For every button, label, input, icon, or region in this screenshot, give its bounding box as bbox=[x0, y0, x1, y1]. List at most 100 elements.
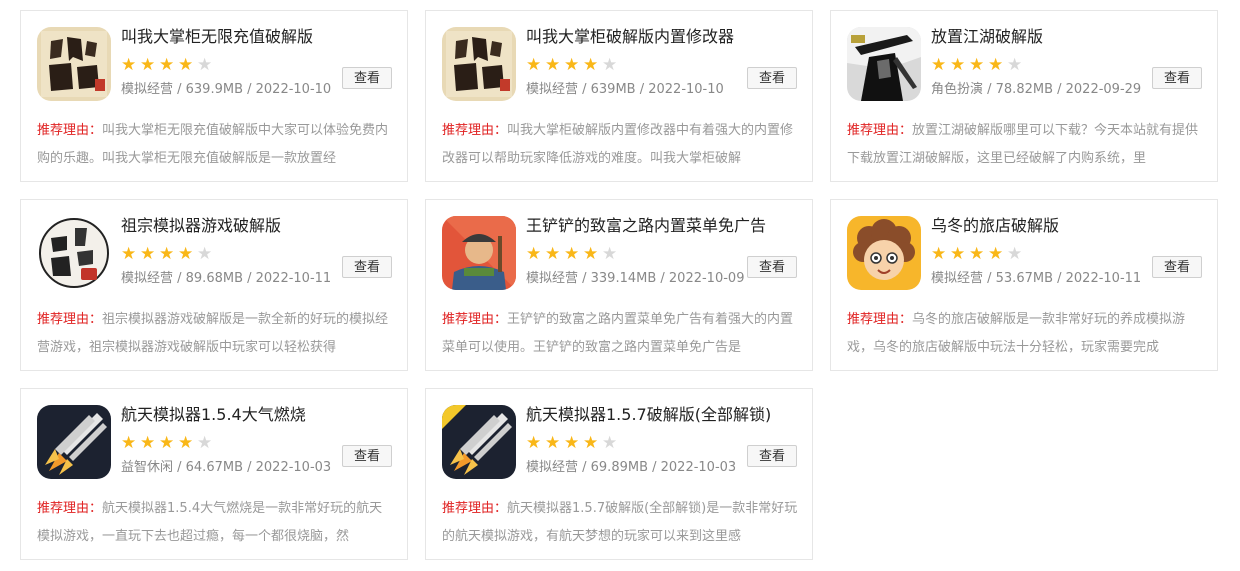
view-button[interactable]: 查看 bbox=[747, 256, 797, 278]
star-filled-icon: ★ bbox=[564, 55, 580, 75]
reason-label: 推荐理由： bbox=[442, 312, 508, 327]
recommend-reason: 推荐理由：乌冬的旅店破解版是一款非常好玩的养成模拟游戏，乌冬的旅店破解版中玩法十… bbox=[847, 306, 1203, 362]
star-empty-icon: ★ bbox=[1007, 55, 1023, 75]
star-filled-icon: ★ bbox=[950, 244, 966, 264]
rating-stars: ★ ★ ★ ★ ★ bbox=[931, 55, 1026, 75]
star-empty-icon: ★ bbox=[602, 244, 618, 264]
star-filled-icon: ★ bbox=[583, 244, 599, 264]
star-filled-icon: ★ bbox=[178, 244, 194, 264]
recommend-reason: 推荐理由：放置江湖破解版哪里可以下载？今天本站就有提供下载放置江湖破解版，这里已… bbox=[847, 117, 1203, 173]
recommend-reason: 推荐理由：叫我大掌柜无限充值破解版中大家可以体验免费内购的乐趣。叫我大掌柜无限充… bbox=[37, 117, 393, 173]
reason-label: 推荐理由： bbox=[37, 312, 103, 327]
app-meta: 模拟经营 / 639MB / 2022-10-10 bbox=[526, 82, 724, 97]
rating-stars: ★ ★ ★ ★ ★ bbox=[121, 244, 216, 264]
star-filled-icon: ★ bbox=[931, 55, 947, 75]
app-meta: 模拟经营 / 89.68MB / 2022-10-11 bbox=[121, 271, 332, 286]
rating-stars: ★ ★ ★ ★ ★ bbox=[121, 433, 216, 453]
star-filled-icon: ★ bbox=[583, 55, 599, 75]
star-filled-icon: ★ bbox=[950, 55, 966, 75]
star-filled-icon: ★ bbox=[564, 433, 580, 453]
view-button[interactable]: 查看 bbox=[747, 445, 797, 467]
star-empty-icon: ★ bbox=[602, 433, 618, 453]
star-empty-icon: ★ bbox=[197, 244, 213, 264]
star-filled-icon: ★ bbox=[526, 433, 542, 453]
curly-hair-girl-icon[interactable] bbox=[847, 216, 921, 290]
star-filled-icon: ★ bbox=[988, 55, 1004, 75]
reason-label: 推荐理由： bbox=[442, 501, 508, 516]
app-meta: 模拟经营 / 53.67MB / 2022-10-11 bbox=[931, 271, 1142, 286]
star-filled-icon: ★ bbox=[159, 433, 175, 453]
rating-stars: ★ ★ ★ ★ ★ bbox=[526, 55, 621, 75]
app-title[interactable]: 叫我大掌柜无限充值破解版 bbox=[121, 26, 391, 48]
star-filled-icon: ★ bbox=[159, 244, 175, 264]
app-title[interactable]: 王铲铲的致富之路内置菜单免广告 bbox=[526, 215, 796, 237]
app-title[interactable]: 航天模拟器1.5.4大气燃烧 bbox=[121, 404, 391, 426]
star-empty-icon: ★ bbox=[1007, 244, 1023, 264]
app-card: 航天模拟器1.5.7破解版(全部解锁) ★ ★ ★ ★ ★ 模拟经营 / 69.89MB… bbox=[425, 388, 813, 560]
star-filled-icon: ★ bbox=[583, 433, 599, 453]
farmer-icon[interactable] bbox=[442, 216, 516, 290]
reason-label: 推荐理由： bbox=[847, 312, 913, 327]
app-meta: 角色扮演 / 78.82MB / 2022-09-29 bbox=[931, 82, 1142, 97]
rating-stars: ★ ★ ★ ★ ★ bbox=[931, 244, 1026, 264]
star-empty-icon: ★ bbox=[602, 55, 618, 75]
view-button[interactable]: 查看 bbox=[1152, 256, 1202, 278]
star-filled-icon: ★ bbox=[178, 55, 194, 75]
recommend-reason: 推荐理由：航天模拟器1.5.7破解版(全部解锁)是一款非常好玩的航天模拟游戏，有… bbox=[442, 495, 798, 551]
rocket-icon[interactable] bbox=[442, 405, 516, 479]
star-filled-icon: ★ bbox=[545, 244, 561, 264]
app-card: 祖宗模拟器游戏破解版 ★ ★ ★ ★ ★ 模拟经营 / 89.68MB / 2022-1… bbox=[20, 199, 408, 371]
star-filled-icon: ★ bbox=[121, 55, 137, 75]
star-filled-icon: ★ bbox=[121, 433, 137, 453]
calligraphy-logo-icon[interactable] bbox=[37, 27, 111, 101]
star-filled-icon: ★ bbox=[178, 433, 194, 453]
star-filled-icon: ★ bbox=[545, 55, 561, 75]
star-filled-icon: ★ bbox=[140, 55, 156, 75]
reason-label: 推荐理由： bbox=[37, 123, 103, 138]
app-card: 航天模拟器1.5.4大气燃烧 ★ ★ ★ ★ ★ 益智休闲 / 64.67MB / 20… bbox=[20, 388, 408, 560]
star-filled-icon: ★ bbox=[526, 244, 542, 264]
reason-label: 推荐理由： bbox=[442, 123, 508, 138]
view-button[interactable]: 查看 bbox=[342, 445, 392, 467]
star-filled-icon: ★ bbox=[140, 433, 156, 453]
star-filled-icon: ★ bbox=[564, 244, 580, 264]
app-title[interactable]: 航天模拟器1.5.7破解版(全部解锁) bbox=[526, 404, 796, 426]
star-filled-icon: ★ bbox=[988, 244, 1004, 264]
app-card: 乌冬的旅店破解版 ★ ★ ★ ★ ★ 模拟经营 / 53.67MB / 2022-10-… bbox=[830, 199, 1218, 371]
star-filled-icon: ★ bbox=[969, 244, 985, 264]
recommend-reason: 推荐理由：航天模拟器1.5.4大气燃烧是一款非常好玩的航天模拟游戏，一直玩下去也… bbox=[37, 495, 393, 551]
reason-label: 推荐理由： bbox=[37, 501, 103, 516]
reason-label: 推荐理由： bbox=[847, 123, 913, 138]
app-title[interactable]: 放置江湖破解版 bbox=[931, 26, 1201, 48]
star-filled-icon: ★ bbox=[140, 244, 156, 264]
app-card: 放置江湖破解版 ★ ★ ★ ★ ★ 角色扮演 / 78.82MB / 2022-09-2… bbox=[830, 10, 1218, 182]
ancestor-calligraphy-icon[interactable] bbox=[37, 216, 111, 290]
app-title[interactable]: 乌冬的旅店破解版 bbox=[931, 215, 1201, 237]
swordsman-icon[interactable] bbox=[847, 27, 921, 101]
star-filled-icon: ★ bbox=[545, 433, 561, 453]
star-empty-icon: ★ bbox=[197, 55, 213, 75]
rating-stars: ★ ★ ★ ★ ★ bbox=[121, 55, 216, 75]
app-meta: 模拟经营 / 69.89MB / 2022-10-03 bbox=[526, 460, 737, 475]
rocket-icon[interactable] bbox=[37, 405, 111, 479]
star-empty-icon: ★ bbox=[197, 433, 213, 453]
star-filled-icon: ★ bbox=[526, 55, 542, 75]
app-title[interactable]: 叫我大掌柜破解版内置修改器 bbox=[526, 26, 796, 48]
view-button[interactable]: 查看 bbox=[747, 67, 797, 89]
view-button[interactable]: 查看 bbox=[1152, 67, 1202, 89]
star-filled-icon: ★ bbox=[159, 55, 175, 75]
calligraphy-logo-icon[interactable] bbox=[442, 27, 516, 101]
view-button[interactable]: 查看 bbox=[342, 256, 392, 278]
star-filled-icon: ★ bbox=[969, 55, 985, 75]
recommend-reason: 推荐理由：祖宗模拟器游戏破解版是一款全新的好玩的模拟经营游戏，祖宗模拟器游戏破解… bbox=[37, 306, 393, 362]
view-button[interactable]: 查看 bbox=[342, 67, 392, 89]
app-meta: 益智休闲 / 64.67MB / 2022-10-03 bbox=[121, 460, 332, 475]
app-grid: 叫我大掌柜无限充值破解版 ★ ★ ★ ★ ★ 模拟经营 / 639.9MB / 2022… bbox=[0, 0, 1240, 571]
star-filled-icon: ★ bbox=[121, 244, 137, 264]
recommend-reason: 推荐理由：王铲铲的致富之路内置菜单免广告有着强大的内置菜单可以使用。王铲铲的致富… bbox=[442, 306, 798, 362]
app-meta: 模拟经营 / 339.14MB / 2022-10-09 bbox=[526, 271, 745, 286]
rating-stars: ★ ★ ★ ★ ★ bbox=[526, 244, 621, 264]
rating-stars: ★ ★ ★ ★ ★ bbox=[526, 433, 621, 453]
app-card: 叫我大掌柜无限充值破解版 ★ ★ ★ ★ ★ 模拟经营 / 639.9MB / 2022… bbox=[20, 10, 408, 182]
app-title[interactable]: 祖宗模拟器游戏破解版 bbox=[121, 215, 391, 237]
